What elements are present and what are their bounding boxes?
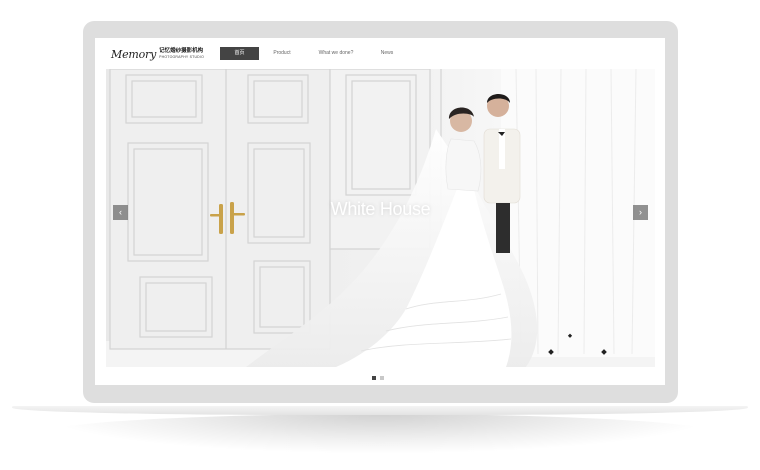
slider-prev-button[interactable]: ‹ <box>113 205 128 220</box>
slider-dot-1[interactable] <box>372 376 376 380</box>
laptop-base <box>12 406 748 415</box>
laptop-shadow <box>40 414 720 454</box>
nav-item-what-we-done[interactable]: What we done? <box>305 47 367 60</box>
hero-title: White House <box>330 199 431 219</box>
nav-item-news[interactable]: News <box>367 47 407 60</box>
slider-pagination <box>372 376 384 380</box>
website-screen: Memory 记忆婚纱摄影机构 PHOTOGRAPHY STUDIO 首页 Pr… <box>95 38 665 385</box>
logo-chinese-text: 记忆婚纱摄影机构 <box>159 48 204 54</box>
main-nav: 首页 Product What we done? News <box>220 47 407 60</box>
nav-item-home[interactable]: 首页 <box>220 47 259 60</box>
hero-slider: White House ‹ › <box>106 69 655 367</box>
nav-item-product[interactable]: Product <box>259 47 305 60</box>
site-header: Memory 记忆婚纱摄影机构 PHOTOGRAPHY STUDIO 首页 Pr… <box>95 38 665 68</box>
logo-script-text: Memory <box>111 47 157 61</box>
logo-english-text: PHOTOGRAPHY STUDIO <box>159 54 205 59</box>
chevron-right-icon: › <box>639 207 642 217</box>
site-logo[interactable]: Memory 记忆婚纱摄影机构 PHOTOGRAPHY STUDIO <box>111 46 204 62</box>
slider-dot-2[interactable] <box>380 376 384 380</box>
slider-next-button[interactable]: › <box>633 205 648 220</box>
chevron-left-icon: ‹ <box>119 207 122 217</box>
